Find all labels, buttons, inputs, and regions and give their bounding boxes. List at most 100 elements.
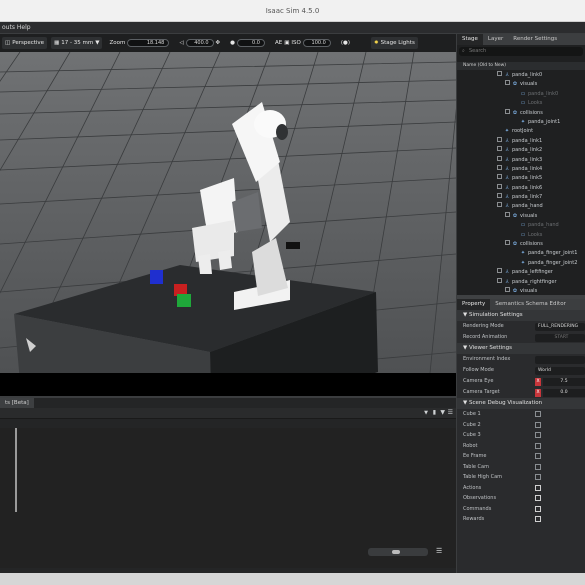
stage-tree-item[interactable]: ⅄ panda_link1 xyxy=(457,136,585,146)
stage-tree-item[interactable]: ✿ visuals xyxy=(457,80,585,89)
3d-viewport[interactable] xyxy=(0,52,456,396)
viewer-settings-header[interactable]: ▼ Viewer Settings xyxy=(457,343,585,354)
list-icon[interactable]: ☰ xyxy=(436,547,442,555)
stage-tree-item[interactable]: ✦ panda_joint1 xyxy=(457,118,585,127)
stage-item-label: visuals xyxy=(520,212,538,219)
expand-toggle-icon[interactable] xyxy=(497,268,502,274)
camera-eye-x-field[interactable]: 7.5 xyxy=(543,378,585,386)
fov-field[interactable]: 400.0 xyxy=(185,39,214,47)
console-tab[interactable]: ts [Beta] xyxy=(0,398,34,408)
iso-field[interactable]: 100.0 xyxy=(302,39,331,47)
stage-tree-item[interactable]: ▭ panda_hand xyxy=(457,221,585,230)
stage-tree-item[interactable]: ✿ visuals xyxy=(457,211,585,221)
expand-toggle-icon[interactable] xyxy=(505,240,510,246)
expand-toggle-icon[interactable] xyxy=(505,108,510,114)
menu-icon[interactable]: ☰ xyxy=(448,409,453,416)
expand-toggle-icon[interactable] xyxy=(505,286,510,292)
expand-toggle-icon[interactable] xyxy=(497,155,502,161)
fov-control: ◁ 400.0 ✥ xyxy=(176,37,223,49)
stage-tree-item[interactable]: ⅄ panda_link0 xyxy=(457,71,585,80)
zoom-field[interactable]: 18.148 xyxy=(127,39,170,47)
focus-field[interactable]: 0.0 xyxy=(236,39,265,47)
stage-tree-item[interactable]: ⅄ panda_link7 xyxy=(457,193,585,202)
environment-index-field[interactable] xyxy=(535,356,585,364)
stage-tree-item[interactable]: ▭ Looks xyxy=(457,99,585,108)
stage-tree-item[interactable]: ▭ panda_link0 xyxy=(457,90,585,99)
expand-toggle-icon[interactable] xyxy=(497,71,502,76)
stage-tree-item[interactable]: ⅄ panda_rightfinger xyxy=(457,277,585,287)
prim-icon: ▭ xyxy=(520,100,526,107)
debug-item-label: Rewards xyxy=(463,516,485,522)
debug-checkbox[interactable] xyxy=(535,484,541,491)
debug-checkbox[interactable] xyxy=(535,411,541,417)
expand-toggle-icon[interactable] xyxy=(497,164,502,170)
stage-tree-item[interactable]: ✦ panda_finger_joint2 xyxy=(457,259,585,268)
start-button[interactable]: START xyxy=(535,334,585,342)
debug-checkbox[interactable] xyxy=(535,495,541,501)
rendering-mode-select[interactable]: FULL_RENDERING xyxy=(535,323,585,331)
menu-help[interactable]: outs Help xyxy=(2,24,31,31)
debug-checkbox[interactable] xyxy=(535,505,541,512)
debug-checkbox[interactable] xyxy=(535,421,541,428)
stage-tree-item[interactable]: ✿ collisions xyxy=(457,240,585,249)
stage-lights-button[interactable]: ✹ Stage Lights xyxy=(370,37,418,49)
stage-tree-item[interactable]: ⅄ panda_link2 xyxy=(457,146,585,155)
camera-target-x-field[interactable]: 0.0 xyxy=(543,389,585,397)
expand-toggle-icon[interactable] xyxy=(497,174,502,180)
camera-perspective-button[interactable]: ◫ Perspective xyxy=(2,37,48,49)
move-icon[interactable]: ✥ xyxy=(216,40,221,46)
filter-icon[interactable]: ▼ xyxy=(440,409,445,416)
expand-toggle-icon[interactable] xyxy=(505,80,510,86)
expand-toggle-icon[interactable] xyxy=(497,183,502,189)
debug-checkbox[interactable] xyxy=(535,453,541,459)
record-toggle[interactable]: (●) xyxy=(338,37,353,49)
status-bar xyxy=(0,573,585,585)
console-scroll-thumb[interactable] xyxy=(15,428,17,512)
record-icon: (●) xyxy=(340,40,350,46)
stage-tree-item[interactable]: ⅄ panda_link6 xyxy=(457,183,585,193)
follow-mode-select[interactable]: World xyxy=(535,367,585,375)
debug-checkbox[interactable] xyxy=(535,442,541,449)
tab-semantics-schema-editor[interactable]: Semantics Schema Editor xyxy=(490,299,571,310)
scene-debug-header[interactable]: ▼ Scene Debug Visualization xyxy=(457,398,585,409)
stage-tree-item[interactable]: ✦ panda_finger_joint1 xyxy=(457,249,585,258)
stage-tree-item[interactable]: ▭ Looks xyxy=(457,231,585,240)
stage-tree-item[interactable]: ✦ rootJoint xyxy=(457,127,585,136)
scroll-handle[interactable] xyxy=(392,550,400,554)
tab-property[interactable]: Property xyxy=(457,299,491,310)
stage-tree-item[interactable]: ⅄ panda_hand xyxy=(457,202,585,211)
lens-dropdown[interactable]: ▦ 17 - 35 mm ▼ xyxy=(51,37,103,49)
tab-render-settings[interactable]: Render Settings xyxy=(508,34,562,45)
debug-checkbox[interactable] xyxy=(535,474,541,480)
simulation-settings-header[interactable]: ▼ Simulation Settings xyxy=(457,310,585,321)
console-log[interactable]: ☰ xyxy=(0,428,456,568)
stage-tree-item[interactable]: ✿ collisions xyxy=(457,108,585,118)
horizontal-scrollbar[interactable] xyxy=(368,548,428,556)
scene-render[interactable] xyxy=(0,52,456,396)
stage-tree-item[interactable]: ⅄ panda_link3 xyxy=(457,155,585,165)
stage-tree-item[interactable]: ⅄ panda_link4 xyxy=(457,164,585,174)
expand-toggle-icon[interactable] xyxy=(497,136,502,142)
expand-toggle-icon[interactable] xyxy=(505,211,510,217)
stage-item-label: rootJoint xyxy=(512,128,534,135)
expand-toggle-icon[interactable] xyxy=(497,202,502,208)
debug-checkbox[interactable] xyxy=(535,432,541,438)
stage-tree-item[interactable]: ⅄ panda_leftfinger xyxy=(457,268,585,277)
tab-stage[interactable]: Stage xyxy=(457,34,483,45)
tab-layer[interactable]: Layer xyxy=(483,34,508,45)
expand-toggle-icon[interactable] xyxy=(497,146,502,152)
row-label: Camera Eye xyxy=(463,378,494,384)
debug-checkbox[interactable] xyxy=(535,516,541,522)
column-header[interactable]: Name (Old to New) xyxy=(457,62,585,70)
expand-toggle-icon[interactable] xyxy=(497,193,502,199)
stage-search-input[interactable]: ⌕ Search xyxy=(459,47,583,56)
debug-item-label: Table High Cam xyxy=(463,474,503,480)
expand-toggle-icon[interactable] xyxy=(497,277,502,283)
dropdown-arrow-icon[interactable]: ▼ xyxy=(424,410,428,416)
prim-icon: ✿ xyxy=(512,212,518,219)
stage-item-label: panda_link5 xyxy=(512,175,543,182)
debug-checkbox[interactable] xyxy=(535,463,541,470)
stage-tree-item[interactable]: ⅄ panda_link5 xyxy=(457,174,585,183)
bookmark-icon[interactable]: ▮ xyxy=(433,409,436,416)
record-animation-row: Record Animation START xyxy=(457,332,585,343)
